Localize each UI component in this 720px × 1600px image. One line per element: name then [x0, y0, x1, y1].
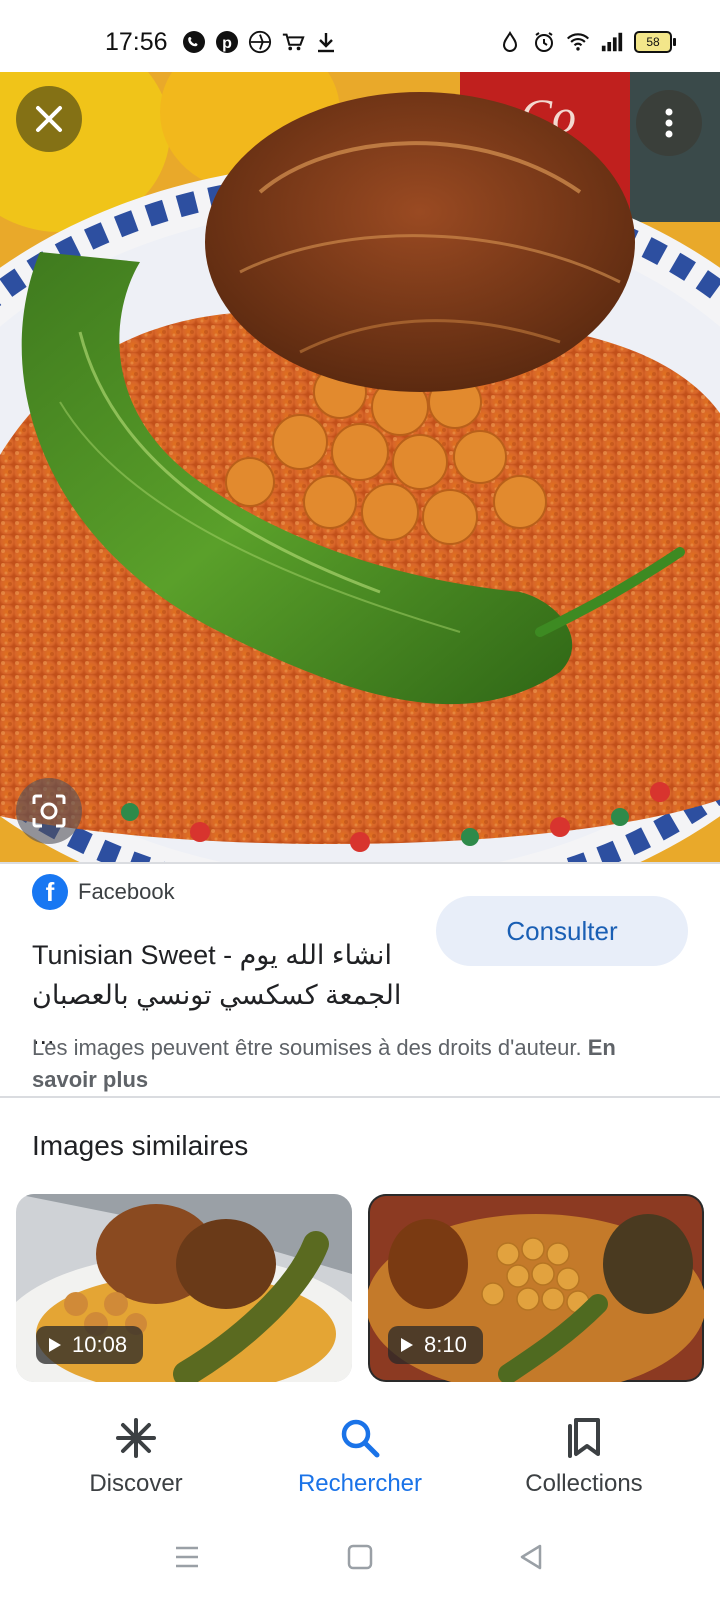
svg-text:p: p — [222, 35, 232, 52]
nav-discover[interactable]: Discover — [36, 1416, 236, 1498]
status-bar: 17:56 p 58 — [0, 0, 720, 72]
similar-image-card[interactable]: 10:08 — [16, 1194, 352, 1382]
pinterest-icon: p — [215, 30, 239, 54]
divider — [0, 1096, 720, 1098]
lens-icon — [32, 794, 66, 828]
video-duration-badge: 10:08 — [36, 1326, 144, 1364]
status-time: 17:56 — [105, 28, 168, 56]
nav-discover-label: Discover — [89, 1470, 183, 1497]
nav-search-label: Rechercher — [297, 1470, 423, 1497]
copyright-text: Les images peuvent être soumises à des d… — [32, 1035, 582, 1060]
similar-images-heading: Images similaires — [32, 1130, 249, 1161]
play-icon — [49, 1338, 61, 1352]
battery-indicator: 58 — [634, 31, 676, 53]
consult-button[interactable]: Consulter — [436, 896, 688, 966]
cart-icon — [281, 30, 305, 54]
couscous-photo: Co — [0, 72, 720, 862]
home-icon[interactable] — [347, 1544, 373, 1575]
video-duration: 8:10 — [424, 1332, 467, 1357]
play-icon — [401, 1338, 413, 1352]
data-saver-icon — [498, 30, 522, 54]
signal-icon — [600, 30, 624, 54]
download-icon — [314, 30, 338, 54]
result-image[interactable]: Co — [0, 72, 720, 862]
status-right-icons: 58 — [498, 30, 676, 54]
bottom-navigation: Discover Rechercher Collections — [0, 1398, 720, 1510]
wifi-icon — [566, 30, 590, 54]
copyright-notice: Les images peuvent être soumises à des d… — [32, 1032, 672, 1096]
video-duration: 10:08 — [72, 1332, 128, 1357]
app-icon — [248, 30, 272, 54]
lens-button[interactable] — [16, 778, 82, 844]
asterisk-icon — [116, 1418, 156, 1458]
video-duration-badge: 8:10 — [388, 1326, 483, 1364]
menu-icon[interactable] — [174, 1544, 200, 1575]
more-vert-icon — [665, 108, 673, 138]
whatsapp-icon — [182, 30, 206, 54]
facebook-icon: f — [32, 874, 68, 910]
system-navigation-bar — [0, 1520, 720, 1600]
status-left-icons: p — [182, 30, 338, 54]
close-button[interactable] — [16, 86, 82, 152]
nav-collections[interactable]: Collections — [484, 1416, 684, 1498]
close-icon — [36, 106, 62, 132]
nav-search[interactable]: Rechercher — [260, 1416, 460, 1498]
similar-image-card[interactable]: 8:10 — [368, 1194, 704, 1382]
collections-icon — [568, 1418, 600, 1458]
source-row[interactable]: f Facebook — [32, 874, 175, 910]
search-icon — [341, 1419, 380, 1458]
nav-collections-label: Collections — [525, 1470, 643, 1497]
source-name: Facebook — [78, 879, 175, 904]
alarm-icon — [532, 30, 556, 54]
more-options-button[interactable] — [636, 90, 702, 156]
divider — [0, 862, 720, 864]
back-icon[interactable] — [518, 1544, 544, 1575]
